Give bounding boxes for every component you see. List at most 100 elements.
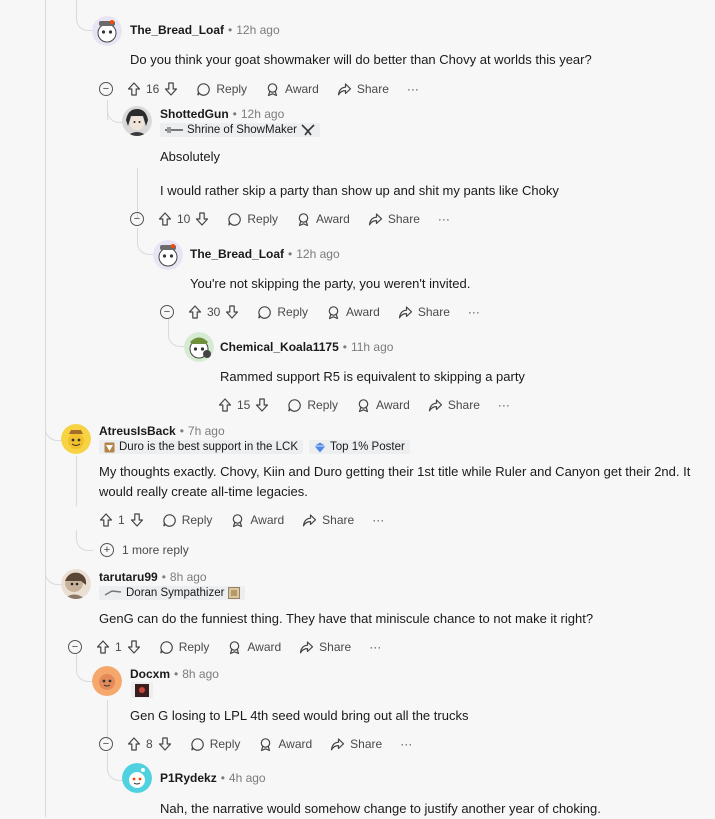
reply-button[interactable]: Reply [190,737,240,752]
downvote-icon[interactable] [255,398,269,412]
timestamp[interactable]: 8h ago [182,667,219,681]
reply-button[interactable]: Reply [196,82,247,97]
share-icon [337,82,352,97]
reply-button[interactable]: Reply [257,305,308,320]
flair-text: Shrine of ShowMaker [187,124,297,136]
reply-button[interactable]: Reply [227,212,278,227]
downvote-icon[interactable] [130,513,144,527]
avatar[interactable] [61,424,91,454]
collapse-icon[interactable]: − [99,82,113,96]
upvote-icon[interactable] [99,513,113,527]
avatar[interactable] [122,763,152,793]
downvote-icon[interactable] [164,82,178,96]
username[interactable]: P1Rydekz [160,771,217,785]
reply-icon [159,640,174,655]
award-button[interactable]: Award [265,82,319,97]
award-icon [258,737,273,752]
upvote-icon[interactable] [127,82,141,96]
award-button[interactable]: Award [258,737,312,752]
reply-button[interactable]: Reply [162,513,212,528]
username[interactable]: Docxm [130,667,170,681]
award-icon [326,305,341,320]
meta-separator: • [228,23,233,37]
username[interactable]: The_Bread_Loaf [130,23,224,37]
vote-score: 15 [237,398,251,412]
downvote-icon[interactable] [127,640,141,654]
more-options-button[interactable]: ··· [372,513,384,527]
more-options-button[interactable]: ··· [369,640,381,654]
timestamp[interactable]: 12h ago [241,107,284,121]
avatar[interactable] [92,16,122,46]
username[interactable]: The_Bread_Loaf [190,247,284,261]
timestamp[interactable]: 4h ago [229,771,266,785]
award-button[interactable]: Award [326,305,380,320]
award-icon [265,82,280,97]
award-button[interactable]: Award [230,513,284,528]
avatar[interactable] [92,666,122,696]
upvote-icon[interactable] [218,398,232,412]
share-icon [302,513,317,528]
more-options-button[interactable]: ··· [498,398,510,412]
username[interactable]: ShottedGun [160,107,229,121]
user-flair: Doran Sympathizer [99,586,246,600]
avatar[interactable] [61,569,91,599]
username[interactable]: Chemical_Koala1175 [220,340,339,354]
meta-separator: • [161,570,166,584]
award-button[interactable]: Award [227,640,281,655]
timestamp[interactable]: 7h ago [188,424,225,438]
reply-icon [227,212,242,227]
share-button[interactable]: Share [299,640,351,655]
downvote-icon[interactable] [195,212,209,226]
share-button[interactable]: Share [302,513,354,528]
collapse-icon[interactable]: − [99,737,113,751]
share-button[interactable]: Share [337,82,389,97]
upvote-icon[interactable] [96,640,110,654]
collapse-icon[interactable]: − [160,305,174,319]
share-button[interactable]: Share [368,212,420,227]
comment-text: My thoughts exactly. Chovy, Kiin and Dur… [99,464,691,499]
timestamp[interactable]: 12h ago [296,247,339,261]
downvote-icon[interactable] [225,305,239,319]
timestamp[interactable]: 11h ago [351,340,394,354]
flair-text: Top 1% Poster [330,441,405,453]
more-replies-button[interactable]: + 1 more reply [100,543,189,557]
vote-score: 1 [115,640,122,654]
collapse-icon[interactable]: − [68,640,82,654]
award-button[interactable]: Award [296,212,350,227]
more-options-button[interactable]: ··· [400,737,412,751]
reply-icon [257,305,272,320]
award-button[interactable]: Award [356,398,410,413]
username[interactable]: AtreusIsBack [99,424,176,438]
avatar[interactable] [122,106,152,136]
user-flair: Shrine of ShowMaker [160,123,320,137]
downvote-icon[interactable] [158,737,172,751]
flair-emblem-icon [301,124,315,136]
meta-separator: • [220,771,225,785]
share-button[interactable]: Share [330,737,382,752]
username[interactable]: tarutaru99 [99,570,158,584]
reply-icon [162,513,177,528]
award-icon [296,212,311,227]
upvote-icon[interactable] [127,737,141,751]
timestamp[interactable]: 8h ago [170,570,207,584]
avatar[interactable] [153,240,183,270]
more-options-button[interactable]: ··· [468,305,480,319]
timestamp[interactable]: 12h ago [236,23,279,37]
award-icon [230,513,245,528]
more-options-button[interactable]: ··· [438,212,450,226]
comment-text: Gen G losing to LPL 4th seed would bring… [130,708,469,723]
share-button[interactable]: Share [428,398,480,413]
reply-button[interactable]: Reply [159,640,209,655]
avatar[interactable] [184,332,214,362]
reply-button[interactable]: Reply [287,398,338,413]
meta-separator: • [179,424,184,438]
comment-text: Nah, the narrative would somehow change … [160,801,601,816]
vote-score: 30 [207,305,221,319]
collapse-icon[interactable]: − [130,212,144,226]
share-button[interactable]: Share [398,305,450,320]
upvote-icon[interactable] [188,305,202,319]
share-icon [299,640,314,655]
upvote-icon[interactable] [158,212,172,226]
more-options-button[interactable]: ··· [407,82,419,96]
cropped-previous-actions: · · · · · · · · · · · · · · · · · · · · … [136,0,516,2]
